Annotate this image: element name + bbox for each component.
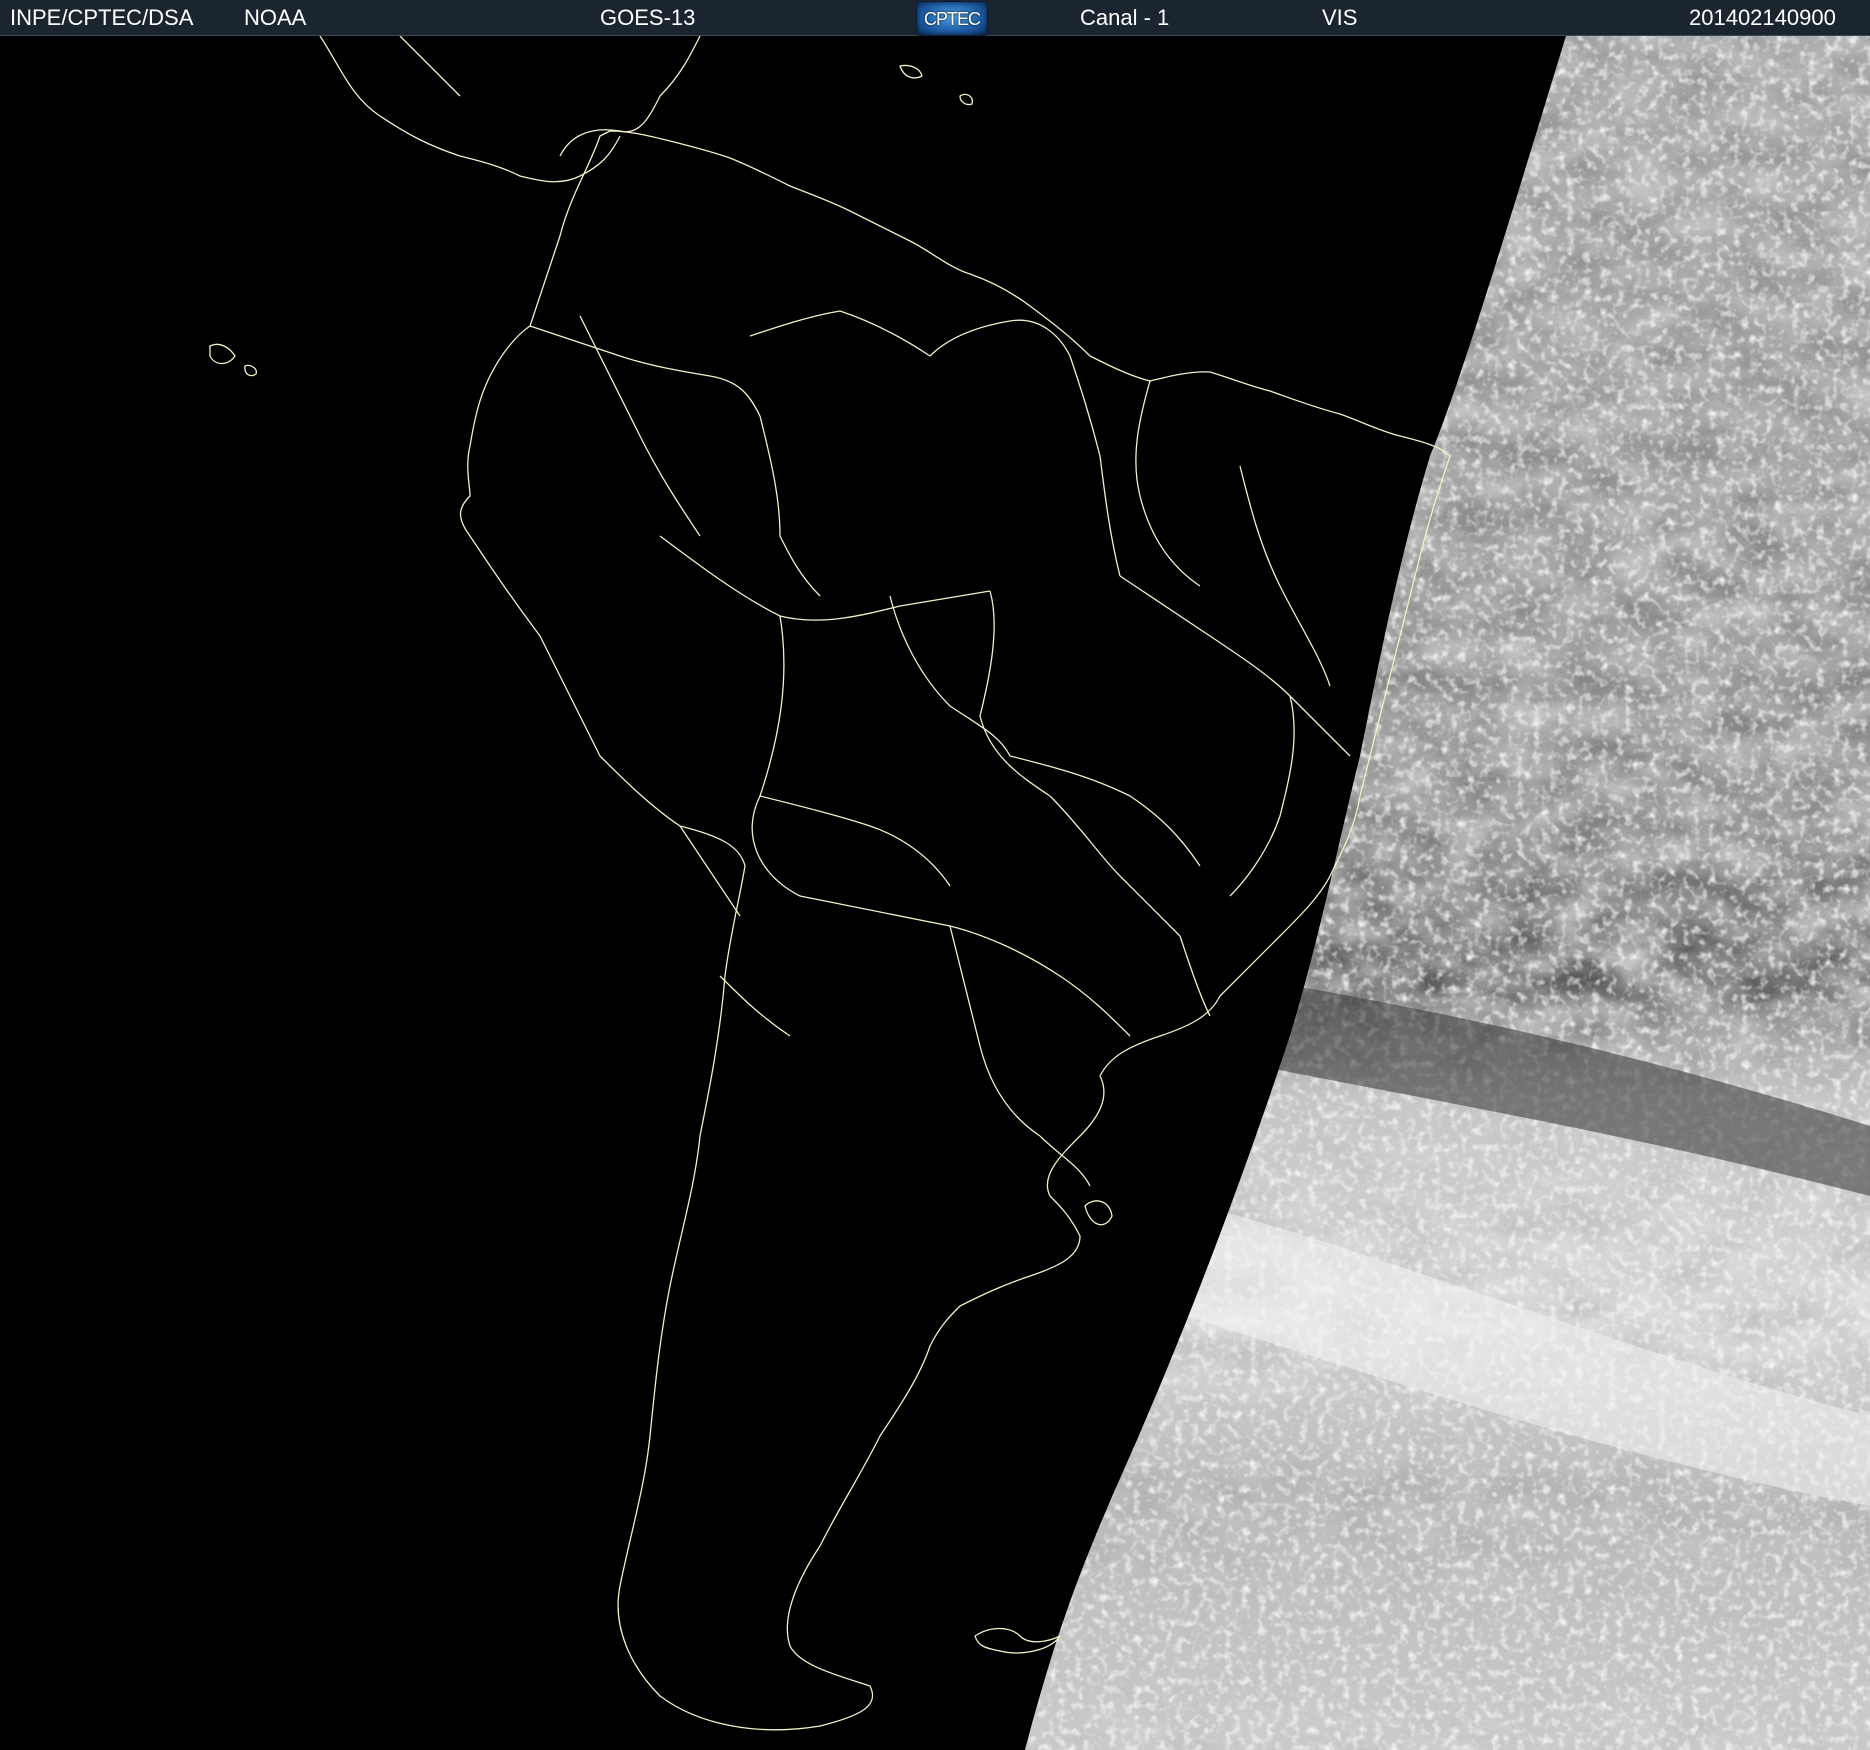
header-bar: INPE/CPTEC/DSA NOAA GOES-13 CPTEC Canal … xyxy=(0,0,1870,36)
institution-label: INPE/CPTEC/DSA xyxy=(10,5,194,30)
satellite-label: GOES-13 xyxy=(600,5,696,30)
agency-label: NOAA xyxy=(244,5,307,30)
logo-text: CPTEC xyxy=(923,9,981,29)
satellite-map xyxy=(0,36,1870,1750)
timestamp-label: 201402140900 xyxy=(1689,5,1836,30)
cptec-logo-icon: CPTEC xyxy=(916,1,988,36)
band-label: VIS xyxy=(1322,5,1358,30)
channel-label: Canal - 1 xyxy=(1080,5,1170,30)
